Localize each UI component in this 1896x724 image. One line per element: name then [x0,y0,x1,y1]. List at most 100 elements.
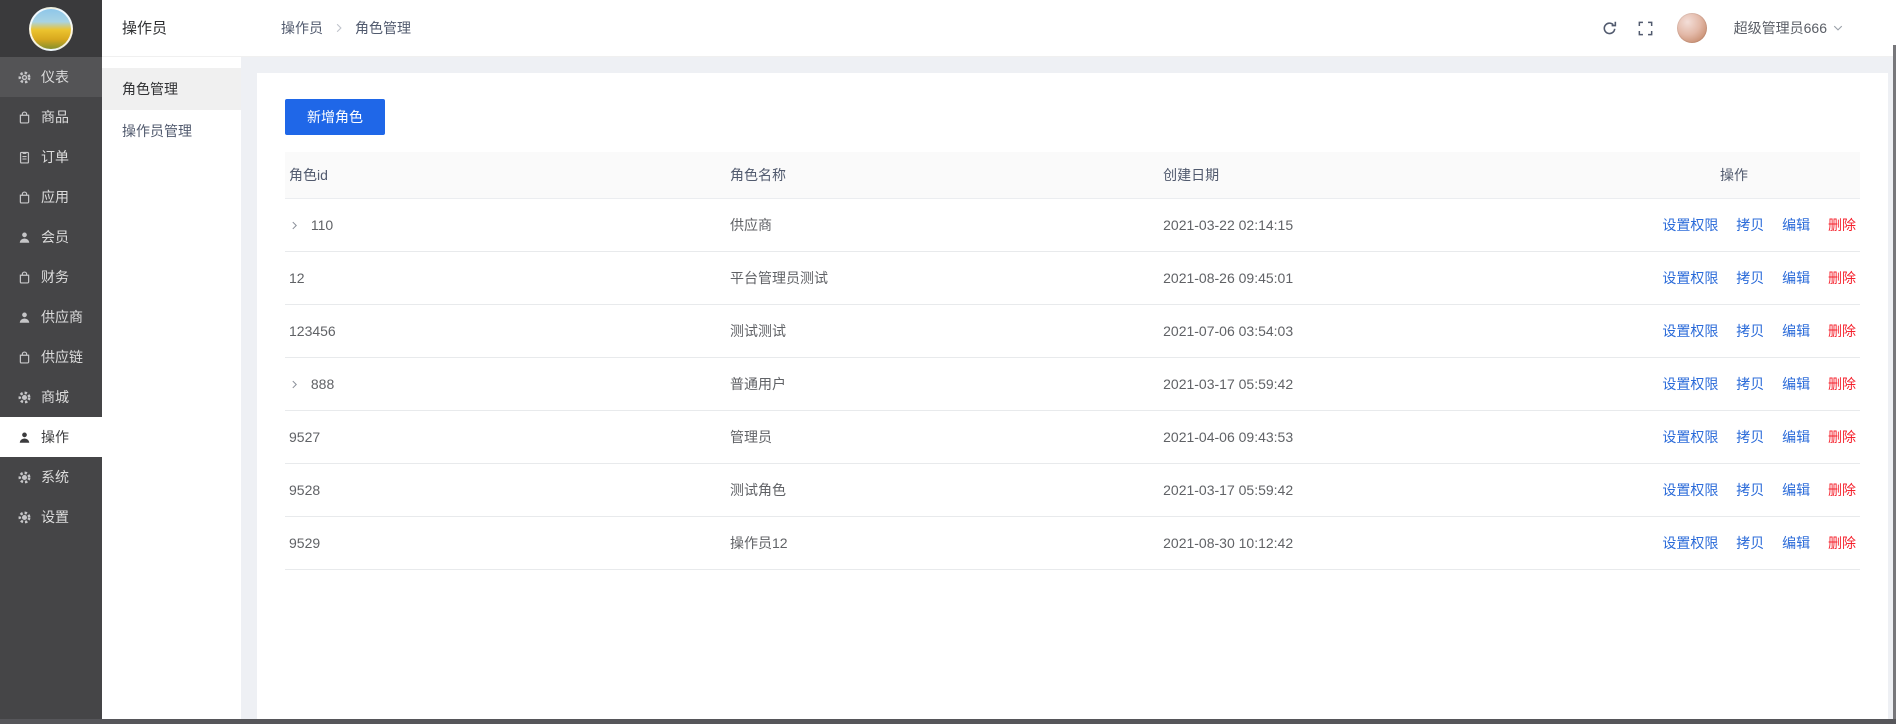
bag-icon [17,190,32,205]
row-actions: 设置权限 拷贝 编辑 删除 [1552,251,1860,305]
copy-link[interactable]: 拷贝 [1736,270,1764,286]
sidebar-item-label: 财务 [41,269,69,285]
clipboard-icon [17,150,32,165]
sidebar-item-mall[interactable]: 商城 [0,377,102,417]
delete-link[interactable]: 删除 [1828,535,1856,551]
row-actions: 设置权限 拷贝 编辑 删除 [1552,516,1860,570]
set-permissions-link[interactable]: 设置权限 [1662,217,1718,233]
refresh-icon[interactable] [1601,20,1618,37]
delete-link[interactable]: 删除 [1828,270,1856,286]
sidebar-item-goods[interactable]: 商品 [0,97,102,137]
copy-link[interactable]: 拷贝 [1736,217,1764,233]
table-row: 9527 管理员 2021-04-06 09:43:53 设置权限 拷贝 编辑 … [285,410,1860,464]
table-body: 110 供应商 2021-03-22 02:14:15 设置权限 拷贝 编辑 删… [285,198,1860,570]
set-permissions-link[interactable]: 设置权限 [1662,482,1718,498]
table-row: 9529 操作员12 2021-08-30 10:12:42 设置权限 拷贝 编… [285,516,1860,570]
set-permissions-link[interactable]: 设置权限 [1662,535,1718,551]
set-permissions-link[interactable]: 设置权限 [1662,429,1718,445]
role-id-cell: 110 [285,198,726,252]
bag-icon [17,350,32,365]
copy-link[interactable]: 拷贝 [1736,323,1764,339]
submenu-item-role-management[interactable]: 角色管理 [102,68,241,110]
sidebar-item-label: 商品 [41,109,69,125]
role-name-value: 普通用户 [726,357,1160,411]
sidebar-item-label: 会员 [41,229,69,245]
edit-link[interactable]: 编辑 [1782,482,1810,498]
set-permissions-link[interactable]: 设置权限 [1662,323,1718,339]
expand-row-icon[interactable] [289,220,307,231]
edit-link[interactable]: 编辑 [1782,270,1810,286]
gear-icon [17,510,32,525]
main-content: 新增角色 角色id 角色名称 创建日期 操作 110 供应商 2021-03-2… [241,57,1896,724]
set-permissions-link[interactable]: 设置权限 [1662,270,1718,286]
role-name-value: 管理员 [726,410,1160,464]
edit-link[interactable]: 编辑 [1782,323,1810,339]
bag-icon [17,270,32,285]
topbar: 操作员 角色管理 超级管理员666 [241,0,1896,57]
copy-link[interactable]: 拷贝 [1736,535,1764,551]
role-id-value: 123456 [289,322,336,339]
fullscreen-icon[interactable] [1637,20,1654,37]
expand-row-icon[interactable] [289,379,307,390]
sidebar-item-system[interactable]: 系统 [0,457,102,497]
delete-link[interactable]: 删除 [1828,323,1856,339]
role-name-value: 测试角色 [726,463,1160,517]
add-role-button[interactable]: 新增角色 [285,99,385,135]
sidebar-item-dashboard[interactable]: 仪表 [0,57,102,97]
row-actions: 设置权限 拷贝 编辑 删除 [1552,198,1860,252]
gear-icon [17,470,32,485]
sidebar-item-members[interactable]: 会员 [0,217,102,257]
row-actions: 设置权限 拷贝 编辑 删除 [1552,357,1860,411]
role-name-value: 平台管理员测试 [726,251,1160,305]
edit-link[interactable]: 编辑 [1782,376,1810,392]
role-name-value: 操作员12 [726,516,1160,570]
column-created-date: 创建日期 [1159,152,1553,199]
sidebar-item-operations[interactable]: 操作 [0,417,102,457]
app-logo[interactable] [29,6,73,51]
user-avatar[interactable] [1676,13,1707,43]
sidebar-item-settings[interactable]: 设置 [0,497,102,537]
row-actions: 设置权限 拷贝 编辑 删除 [1552,410,1860,464]
copy-link[interactable]: 拷贝 [1736,429,1764,445]
copy-link[interactable]: 拷贝 [1736,376,1764,392]
sidebar-item-label: 商城 [41,389,69,405]
row-actions: 设置权限 拷贝 编辑 删除 [1552,463,1860,517]
set-permissions-link[interactable]: 设置权限 [1662,376,1718,392]
sidebar-item-label: 供应链 [41,349,83,365]
sidebar-item-finance[interactable]: 财务 [0,257,102,297]
breadcrumb-item-operator[interactable]: 操作员 [281,18,323,38]
row-actions: 设置权限 拷贝 编辑 删除 [1552,304,1860,358]
edit-link[interactable]: 编辑 [1782,535,1810,551]
copy-link[interactable]: 拷贝 [1736,482,1764,498]
sidebar-item-apps[interactable]: 应用 [0,177,102,217]
role-id-value: 9528 [289,481,321,498]
content-card: 新增角色 角色id 角色名称 创建日期 操作 110 供应商 2021-03-2… [257,73,1888,724]
user-menu[interactable]: 超级管理员666 [1734,18,1844,38]
role-id-cell: 9527 [285,410,726,464]
role-id-value: 9529 [289,534,321,551]
edit-link[interactable]: 编辑 [1782,217,1810,233]
sidebar-item-orders[interactable]: 订单 [0,137,102,177]
delete-link[interactable]: 删除 [1828,482,1856,498]
chevron-down-icon [1832,22,1844,34]
delete-link[interactable]: 删除 [1828,217,1856,233]
sidebar-item-supply-chain[interactable]: 供应链 [0,337,102,377]
sidebar-item-suppliers[interactable]: 供应商 [0,297,102,337]
role-id-cell: 123456 [285,304,726,358]
column-role-name: 角色名称 [726,152,1160,199]
gear-icon [17,390,32,405]
role-id-cell: 9529 [285,516,726,570]
roles-table: 角色id 角色名称 创建日期 操作 110 供应商 2021-03-22 02:… [285,152,1860,570]
column-actions: 操作 [1552,152,1860,199]
sidebar-item-label: 系统 [41,469,69,485]
sidebar-item-label: 设置 [41,509,69,525]
delete-link[interactable]: 删除 [1828,429,1856,445]
created-date-value: 2021-08-30 10:12:42 [1159,516,1553,570]
delete-link[interactable]: 删除 [1828,376,1856,392]
breadcrumb: 操作员 角色管理 [281,18,411,38]
role-name-value: 供应商 [726,198,1160,252]
submenu-item-operator-management[interactable]: 操作员管理 [102,110,241,152]
submenu-list: 角色管理 操作员管理 [102,57,241,152]
table-header-row: 角色id 角色名称 创建日期 操作 [285,152,1860,199]
edit-link[interactable]: 编辑 [1782,429,1810,445]
